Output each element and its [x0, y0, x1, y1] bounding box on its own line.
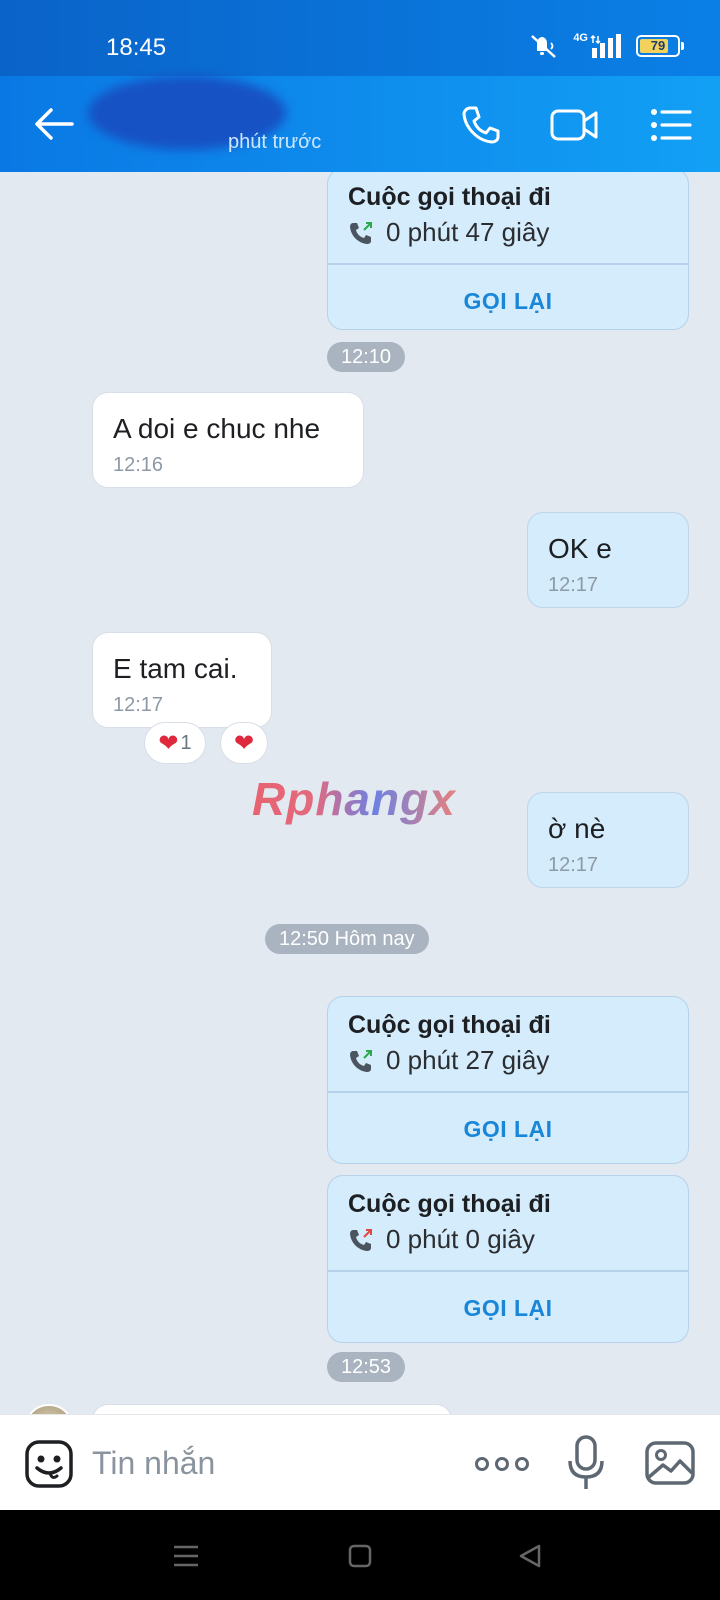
status-icons: 4G 79 — [529, 32, 684, 59]
chat-options-button[interactable] — [646, 100, 696, 150]
call-duration-row: 0 phút 0 giây — [348, 1224, 535, 1255]
call-duration: 0 phút 27 giây — [386, 1045, 550, 1075]
message-text: E tam cai. — [113, 653, 238, 684]
call-duration: 0 phút 0 giây — [386, 1224, 535, 1254]
back-nav-button[interactable] — [510, 1536, 550, 1576]
last-seen-status: phút trước — [228, 131, 322, 153]
call-card[interactable]: Cuộc gọi thoại đi 0 phút 0 giây GỌI LẠI — [327, 1175, 689, 1343]
battery-level: 79 — [650, 38, 666, 53]
home-icon — [348, 1544, 372, 1568]
reaction-count[interactable]: ❤ 1 — [144, 722, 206, 764]
battery-icon: 79 — [636, 35, 684, 57]
call-title: Cuộc gọi thoại đi — [348, 1011, 551, 1039]
system-navigation-bar — [0, 1510, 720, 1600]
voice-message-button[interactable] — [566, 1433, 606, 1493]
missed-outgoing-call-icon — [350, 1228, 372, 1251]
message-text: ờ nè — [548, 813, 606, 844]
back-button[interactable] — [30, 100, 78, 148]
reaction-number: 1 — [180, 731, 192, 754]
add-reaction-button[interactable]: ❤ — [220, 722, 268, 764]
call-back-button[interactable]: GỌI LẠI — [328, 1093, 688, 1163]
message-text: OK e — [548, 533, 612, 564]
video-call-button[interactable] — [550, 100, 600, 150]
more-icon — [495, 1457, 509, 1471]
status-time: 18:45 — [106, 34, 167, 61]
list-menu-icon — [651, 109, 692, 141]
message-time: 12:17 — [548, 854, 599, 876]
recents-icon — [174, 1545, 198, 1567]
video-camera-icon — [550, 109, 598, 141]
recents-button[interactable] — [166, 1536, 206, 1576]
image-picker-button[interactable] — [644, 1437, 696, 1489]
incoming-message[interactable]: A doi e chuc nhe 12:16 — [92, 392, 364, 488]
outgoing-call-icon — [350, 221, 372, 244]
more-icon — [475, 1457, 489, 1471]
more-options-button[interactable] — [472, 1441, 532, 1487]
message-input[interactable] — [92, 1437, 432, 1489]
time-chip: 12:53 — [327, 1352, 406, 1382]
heart-icon: ❤ — [233, 729, 255, 757]
call-duration-row: 0 phút 27 giây — [348, 1045, 549, 1076]
message-time: 12:17 — [113, 694, 164, 716]
network-type: 4G — [573, 32, 588, 44]
call-back-button[interactable]: GỌI LẠI — [328, 1272, 688, 1342]
time-chip: 12:10 — [327, 342, 406, 372]
home-button[interactable] — [340, 1536, 380, 1576]
phone-icon — [462, 106, 500, 144]
signal-icon — [590, 34, 621, 58]
time-chip: 12:50 Hôm nay — [265, 924, 429, 954]
outgoing-message[interactable]: OK e 12:17 — [527, 512, 689, 608]
outgoing-call-icon — [350, 1049, 372, 1072]
call-title: Cuộc gọi thoại đi — [348, 183, 551, 211]
call-card[interactable]: Cuộc gọi thoại đi 0 phút 47 giây GỌI LẠI — [327, 172, 689, 330]
mute-icon — [531, 35, 557, 58]
call-card[interactable]: Cuộc gọi thoại đi 0 phút 27 giây GỌI LẠI — [327, 996, 689, 1164]
message-time: 12:16 — [113, 454, 164, 476]
chat-header: phút trước — [0, 76, 720, 172]
heart-icon: ❤ — [158, 729, 179, 757]
incoming-message[interactable]: E tam cai. 12:17 — [92, 632, 272, 728]
message-text: A doi e chuc nhe — [113, 413, 321, 444]
emoji-icon — [25, 1440, 73, 1488]
call-duration: 0 phút 47 giây — [386, 217, 550, 247]
call-back-button[interactable]: GỌI LẠI — [328, 265, 688, 329]
status-bar: 18:45 4G 79 — [0, 0, 720, 76]
back-icon — [519, 1544, 541, 1568]
back-arrow-icon — [35, 108, 74, 140]
call-duration-row: 0 phút 47 giây — [348, 217, 549, 248]
outgoing-message[interactable]: ờ nè 12:17 — [527, 792, 689, 888]
voice-call-button[interactable] — [456, 100, 506, 150]
emoji-button[interactable] — [24, 1439, 74, 1489]
call-title: Cuộc gọi thoại đi — [348, 1190, 551, 1218]
microphone-icon — [568, 1435, 604, 1489]
more-icon — [515, 1457, 529, 1471]
message-composer — [0, 1414, 720, 1510]
message-time: 12:17 — [548, 574, 599, 596]
watermark-logo: Rphangx — [252, 773, 456, 825]
image-icon — [645, 1441, 695, 1485]
